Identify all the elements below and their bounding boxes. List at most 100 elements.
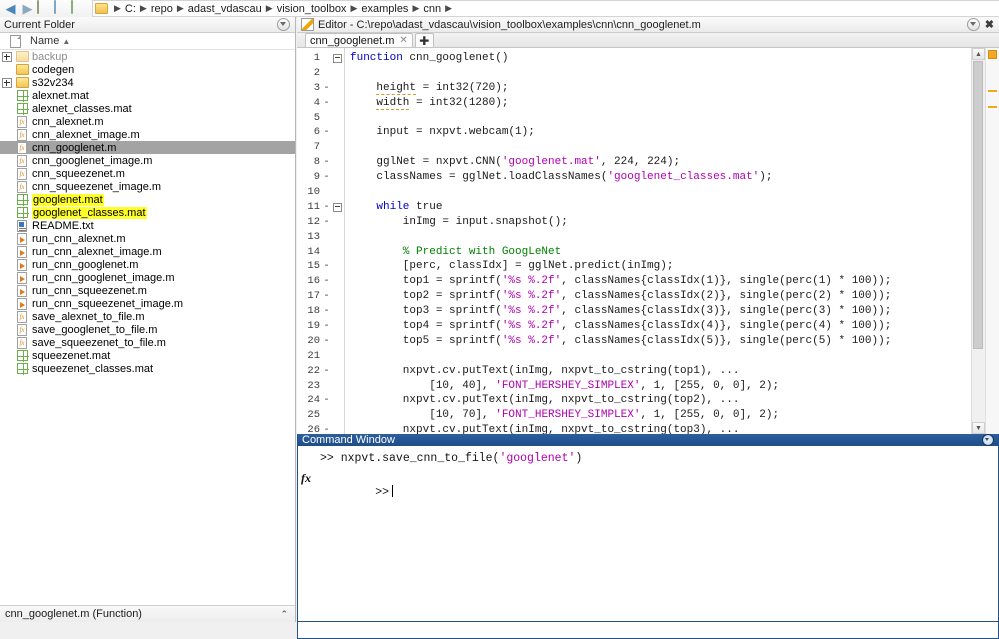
- refresh-folder-icon[interactable]: [71, 0, 86, 16]
- list-item[interactable]: fx cnn_squeezenet_image.m: [0, 180, 295, 193]
- tab-cnn-googlenet[interactable]: cnn_googlenet.m ✕: [305, 33, 413, 47]
- breadcrumb-item-4[interactable]: examples: [360, 3, 409, 15]
- list-item[interactable]: squeezenet_classes.mat: [0, 362, 295, 375]
- new-tab-button[interactable]: ✚: [414, 33, 434, 48]
- breakpoint-slot[interactable]: -: [322, 289, 333, 304]
- expand-toggle-icon[interactable]: [0, 51, 14, 62]
- list-item[interactable]: codegen: [0, 63, 295, 76]
- breadcrumb-item-3[interactable]: vision_toolbox: [276, 3, 348, 15]
- scrollbar-thumb[interactable]: [973, 61, 983, 349]
- path-breadcrumb-field[interactable]: ▶ C: ▶ repo ▶ adast_vdascau ▶ vision_too…: [92, 0, 999, 17]
- code-analyzer-marker-strip[interactable]: [985, 48, 999, 434]
- list-item[interactable]: README.txt: [0, 219, 295, 232]
- command-window-options-icon[interactable]: [982, 434, 994, 446]
- list-item[interactable]: run_cnn_googlenet_image.m: [0, 271, 295, 284]
- analyzer-status-indicator[interactable]: [988, 50, 997, 59]
- list-item[interactable]: fx cnn_squeezenet.m: [0, 167, 295, 180]
- selected-file-info: cnn_googlenet.m (Function): [5, 608, 142, 620]
- breakpoint-slot[interactable]: -: [322, 274, 333, 289]
- scroll-down-arrow-icon[interactable]: ▼: [972, 422, 985, 434]
- code-fold-column[interactable]: [333, 48, 344, 434]
- breakpoint-slot[interactable]: [322, 349, 333, 364]
- breakpoint-slot[interactable]: [322, 51, 333, 66]
- up-folder-icon[interactable]: [37, 0, 52, 16]
- list-item[interactable]: alexnet_classes.mat: [0, 102, 295, 115]
- list-item[interactable]: fx save_alexnet_to_file.m: [0, 310, 295, 323]
- browse-folder-icon[interactable]: [54, 0, 69, 16]
- breadcrumb-item-5[interactable]: cnn: [422, 3, 442, 15]
- list-item[interactable]: alexnet.mat: [0, 89, 295, 102]
- list-item[interactable]: s32v234: [0, 76, 295, 89]
- breakpoint-slot[interactable]: [322, 185, 333, 200]
- file-list[interactable]: backup codegen s32v234 alexnet.mat alexnet_c…: [0, 50, 295, 615]
- name-column-header[interactable]: Name ▲: [30, 35, 295, 47]
- list-item[interactable]: run_cnn_squeezenet_image.m: [0, 297, 295, 310]
- code-text-area[interactable]: function cnn_googlenet() height = int32(…: [345, 48, 971, 434]
- breakpoint-slot[interactable]: -: [322, 200, 333, 215]
- list-item[interactable]: googlenet_classes.mat: [0, 206, 295, 219]
- breakpoint-slot[interactable]: -: [322, 304, 333, 319]
- editor-vertical-scrollbar[interactable]: ▲ ▼: [971, 48, 985, 434]
- list-item[interactable]: run_cnn_googlenet.m: [0, 258, 295, 271]
- analyzer-warning-marker[interactable]: [988, 106, 997, 108]
- list-item[interactable]: run_cnn_squeezenet.m: [0, 284, 295, 297]
- tab-close-icon[interactable]: ✕: [399, 35, 407, 46]
- code-fold-icon[interactable]: [333, 200, 344, 215]
- editor-undock-icon[interactable]: [966, 18, 980, 31]
- document-column-icon[interactable]: [0, 34, 30, 48]
- breadcrumb-item-2[interactable]: adast_vdascau: [187, 3, 263, 15]
- forward-arrow-icon[interactable]: ▶: [20, 1, 35, 16]
- file-icon-slot: fx: [14, 128, 30, 141]
- panel-options-icon[interactable]: [277, 18, 290, 31]
- list-item[interactable]: run_cnn_alexnet.m: [0, 232, 295, 245]
- breakpoint-slot[interactable]: -: [322, 96, 333, 111]
- folder-icon: [15, 51, 29, 62]
- list-item[interactable]: run_cnn_alexnet_image.m: [0, 245, 295, 258]
- breakpoint-slot[interactable]: -: [322, 259, 333, 274]
- list-item[interactable]: fx cnn_googlenet_image.m: [0, 154, 295, 167]
- analyzer-warning-marker[interactable]: [988, 90, 997, 92]
- command-window-body[interactable]: fx >> nxpvt.save_cnn_to_file('googlenet'…: [298, 446, 998, 620]
- breakpoint-slot[interactable]: -: [322, 393, 333, 408]
- list-item[interactable]: fx cnn_googlenet.m: [0, 141, 295, 154]
- breakpoint-slot[interactable]: [322, 245, 333, 260]
- breakpoint-slot[interactable]: -: [322, 81, 333, 96]
- breakpoint-slot[interactable]: -: [322, 364, 333, 379]
- breakpoint-slot[interactable]: -: [322, 215, 333, 230]
- expand-toggle-icon[interactable]: [0, 77, 14, 88]
- code-fold-icon[interactable]: [333, 51, 344, 66]
- list-item[interactable]: fx save_squeezenet_to_file.m: [0, 336, 295, 349]
- back-arrow-icon[interactable]: ◀: [3, 1, 18, 16]
- list-item[interactable]: googlenet.mat: [0, 193, 295, 206]
- collapse-details-icon[interactable]: ⌃: [280, 609, 295, 620]
- command-text: ): [575, 452, 583, 465]
- breakpoint-slot[interactable]: [322, 66, 333, 81]
- breadcrumb-item-0[interactable]: C:: [124, 3, 137, 15]
- editor-close-icon[interactable]: ✖: [985, 18, 994, 31]
- breakpoint-slot[interactable]: [322, 111, 333, 126]
- scroll-up-arrow-icon[interactable]: ▲: [972, 48, 985, 60]
- list-item[interactable]: squeezenet.mat: [0, 349, 295, 362]
- breakpoint-slot[interactable]: -: [322, 125, 333, 140]
- breakpoint-slot[interactable]: -: [322, 155, 333, 170]
- list-item[interactable]: fx cnn_alexnet_image.m: [0, 128, 295, 141]
- breakpoint-slot[interactable]: [322, 230, 333, 245]
- address-toolbar: ◀ ▶ ▶ C: ▶ repo ▶ adast_vdascau ▶ vision…: [0, 0, 999, 18]
- breakpoint-slot[interactable]: -: [322, 319, 333, 334]
- breakpoint-slot[interactable]: -: [322, 334, 333, 349]
- breadcrumb-item-1[interactable]: repo: [150, 3, 174, 15]
- sort-ascending-icon: ▲: [62, 37, 71, 46]
- breakpoint-slot[interactable]: [322, 408, 333, 423]
- breakpoint-slot[interactable]: [322, 140, 333, 155]
- line-number: 20: [307, 334, 320, 347]
- list-item[interactable]: fx save_googlenet_to_file.m: [0, 323, 295, 336]
- command-input-line[interactable]: >>: [298, 467, 998, 499]
- list-item-label: cnn_squeezenet.m: [32, 167, 125, 180]
- list-item[interactable]: fx cnn_alexnet.m: [0, 115, 295, 128]
- breakpoint-slot[interactable]: [322, 379, 333, 394]
- breakpoint-slot[interactable]: -: [322, 170, 333, 185]
- list-item[interactable]: backup: [0, 50, 295, 63]
